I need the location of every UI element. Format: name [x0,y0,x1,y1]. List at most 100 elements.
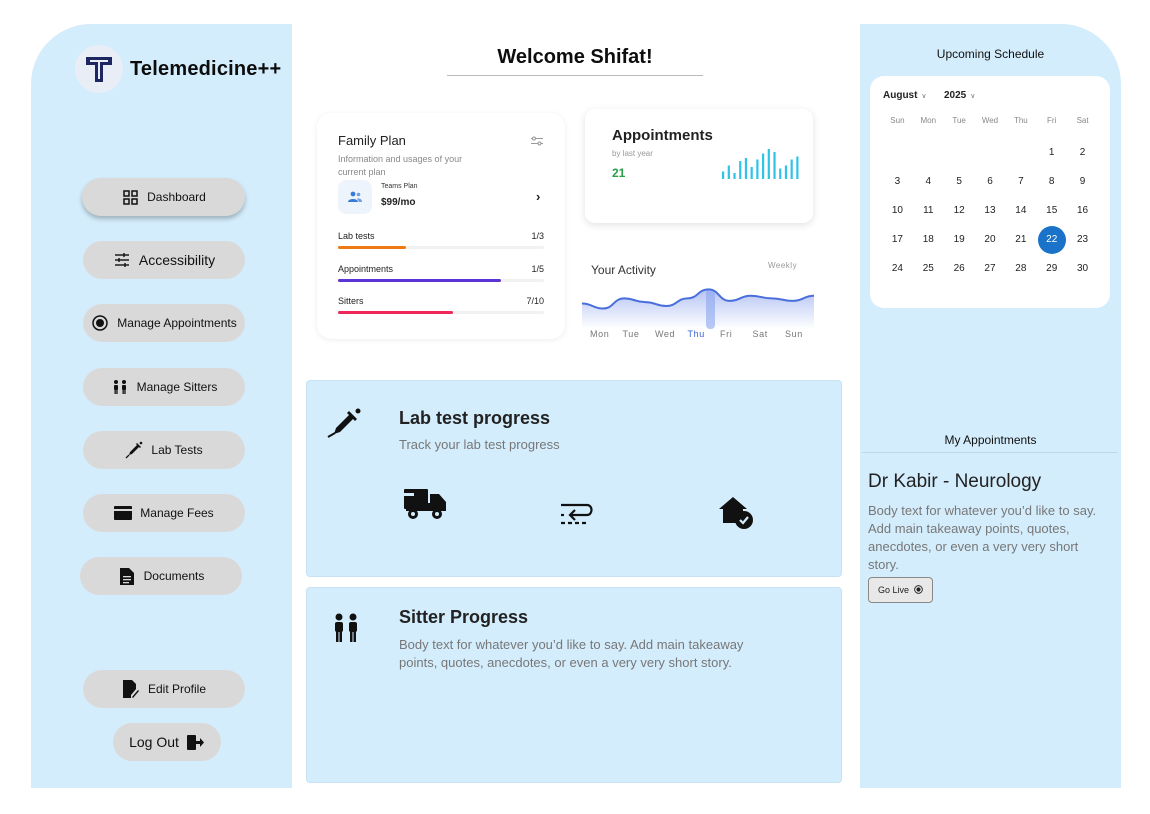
sidebar-item-manage-appointments[interactable]: Manage Appointments [83,304,245,342]
lab-panel-title: Lab test progress [399,408,551,428]
calendar-day[interactable]: 22 [1036,225,1067,254]
calendar-day[interactable]: 15 [1036,196,1067,225]
sidebar-item-label: Manage Sitters [136,380,218,394]
day-label[interactable]: Thu [688,329,705,339]
appointments-bar [784,165,788,179]
go-live-label: Go Live [877,585,910,595]
team-icon [338,180,372,214]
calendar-day[interactable]: 12 [944,196,975,225]
calendar-day[interactable]: 27 [975,254,1006,283]
appointments-bar-chart [722,149,799,179]
radio-icon [91,314,109,332]
sidebar-item-lab-tests[interactable]: Lab Tests [83,431,245,469]
sitter-panel-title: Sitter Progress [399,607,529,627]
appointments-card[interactable]: Appointments by last year 21 [585,109,813,223]
calendar-day[interactable]: 7 [1005,167,1036,196]
day-label[interactable]: Tue [623,329,640,339]
usage-bar [338,279,501,282]
sidebar-item-label: Manage Fees [140,506,214,520]
calendar-day[interactable]: 20 [975,225,1006,254]
sidebar-item-accessibility[interactable]: Accessibility [83,241,245,279]
appointments-bar [767,149,770,179]
go-live-button[interactable]: Go Live [868,577,933,603]
appointments-card-title: Appointments [612,127,713,144]
family-plan-card: Family Plan Information and usages of yo… [317,113,565,339]
calendar-day[interactable]: 26 [944,254,975,283]
calendar-empty-cell [913,138,944,167]
weekday-label: Thu [1013,116,1028,125]
calendar-day[interactable]: 13 [975,196,1006,225]
activity-period[interactable]: Weekly [768,261,797,270]
year-select[interactable]: 2025 ∨ [944,90,975,101]
appointments-bar [790,159,793,179]
calendar-week: 17 18 19 20 21 22 23 [882,225,1098,254]
calendar-day[interactable]: 21 [1005,225,1036,254]
radio-icon [914,584,923,596]
sidebar-item-manage-sitters[interactable]: Manage Sitters [83,368,245,406]
sidebar-item-label: Lab Tests [151,443,203,457]
home-check-icon [719,495,755,536]
logout-label: Log Out [129,734,179,750]
usage-bar [338,246,406,249]
calendar-week: 12 [882,138,1098,167]
sitter-panel-body: Body text for whatever you’d like to say… [399,637,744,670]
calendar-day[interactable]: 6 [975,167,1006,196]
activity-days: Mon Tue Wed Thu Fri Sat Sun [582,329,814,339]
calendar-day[interactable]: 11 [913,196,944,225]
appointments-bar [773,152,776,179]
sidebar-item-documents[interactable]: Documents [80,557,242,595]
calendar-day[interactable]: 2 [1067,138,1098,167]
calendar-day[interactable]: 28 [1005,254,1036,283]
sidebar-item-manage-fees[interactable]: Manage Fees [83,494,245,532]
calendar-day[interactable]: 29 [1036,254,1067,283]
calendar-empty-cell [944,138,975,167]
calendar-day[interactable]: 24 [882,254,913,283]
settings-icon[interactable] [531,133,543,151]
calendar-day[interactable]: 10 [882,196,913,225]
appointments-count: 21 [612,166,626,180]
calendar-day[interactable]: 4 [913,167,944,196]
calendar-day[interactable]: 14 [1005,196,1036,225]
calendar-day[interactable]: 23 [1067,225,1098,254]
exchange-icon [559,497,595,530]
sliders-icon [113,251,131,269]
day-label[interactable]: Sun [785,329,803,339]
appointments-bar [779,168,782,179]
plan-subtitle: Information and usages of your current p… [338,154,463,177]
calendar-day[interactable]: 30 [1067,254,1098,283]
day-label[interactable]: Sat [753,329,768,339]
document-icon [118,567,136,585]
appointments-bar [744,158,748,179]
calendar-week: 3456789 [882,167,1098,196]
calendar-empty-cell [1005,138,1036,167]
day-label[interactable]: Mon [590,329,609,339]
usage-value: 1/3 [531,231,544,241]
calendar-day[interactable]: 16 [1067,196,1098,225]
sidebar-item-dashboard[interactable]: Dashboard [82,178,245,216]
calendar-day[interactable]: 3 [882,167,913,196]
month-select[interactable]: August ∨ [883,90,927,101]
appointments-bar [733,173,736,179]
edit-profile-button[interactable]: Edit Profile [83,670,245,708]
calendar-day[interactable]: 8 [1036,167,1067,196]
grid-icon [121,188,139,206]
activity-area [582,289,814,329]
selected-day-highlight [706,289,715,329]
calendar-day[interactable]: 9 [1067,167,1098,196]
calendar-day[interactable]: 19 [944,225,975,254]
calendar-day[interactable]: 18 [913,225,944,254]
weekday-label: Sat [1076,116,1089,125]
day-label[interactable]: Wed [655,329,675,339]
usage-track [338,246,544,249]
calendar-day[interactable]: 17 [882,225,913,254]
chevron-right-icon[interactable]: › [536,189,540,204]
day-label[interactable]: Fri [720,329,732,339]
calendar-day[interactable]: 1 [1036,138,1067,167]
schedule-title: Upcoming Schedule [936,47,1045,61]
calendar-day[interactable]: 5 [944,167,975,196]
weekday-label: Fri [1047,116,1057,125]
calendar-week: 10 11 12 13 14 15 16 [882,196,1098,225]
edit-profile-label: Edit Profile [147,682,207,696]
logout-button[interactable]: Log Out [113,723,221,761]
calendar-day[interactable]: 25 [913,254,944,283]
